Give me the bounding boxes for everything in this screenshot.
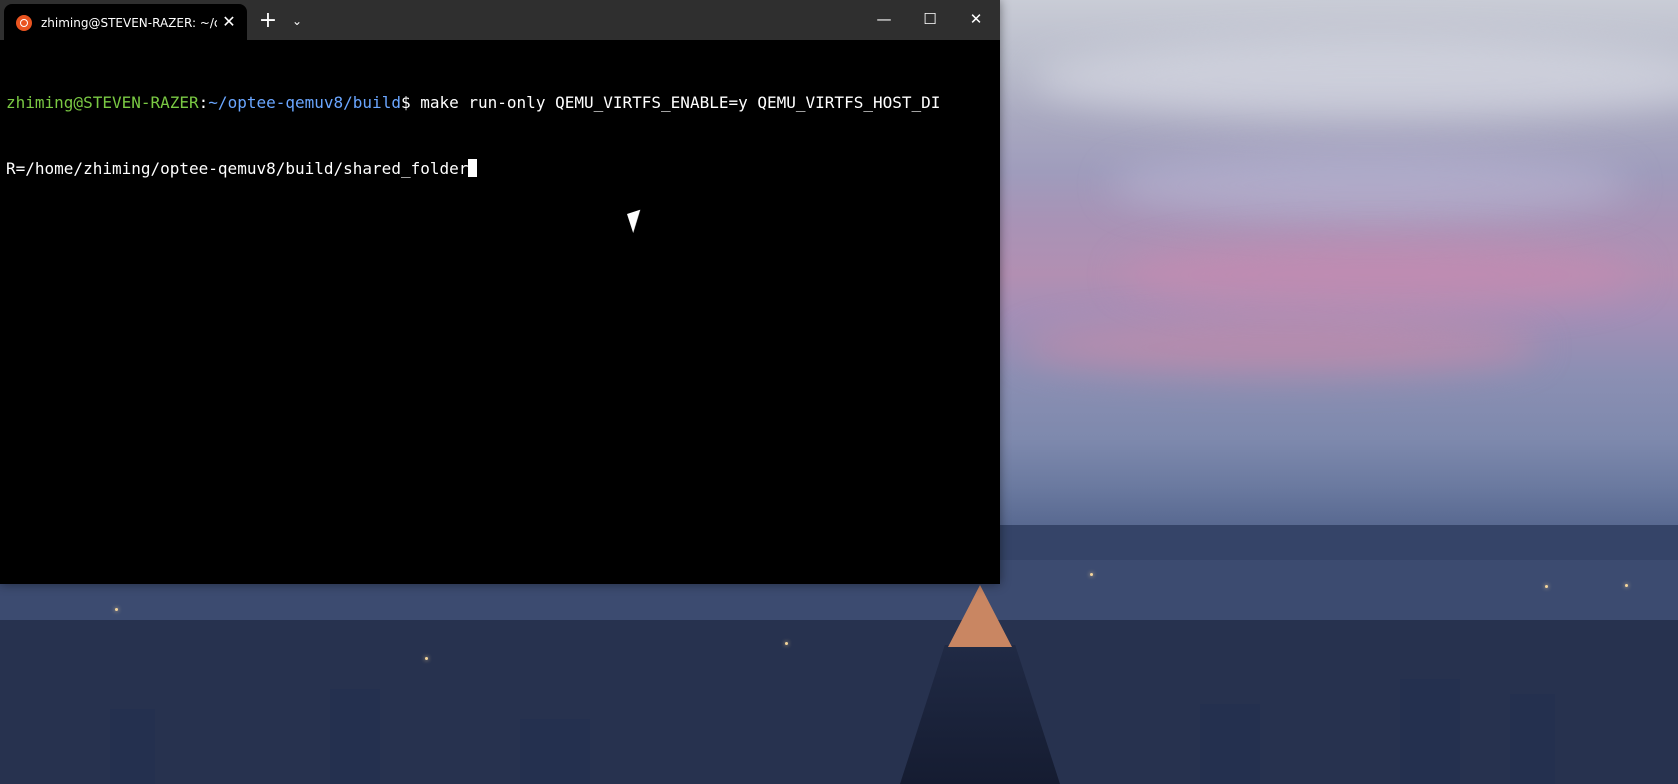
city-building <box>1510 694 1555 784</box>
ubuntu-icon <box>16 15 32 31</box>
terminal-output[interactable]: zhiming@STEVEN-RAZER:~/optee-qemuv8/buil… <box>6 48 986 568</box>
wallpaper-cloud <box>1020 320 1540 375</box>
new-tab-button[interactable]: + <box>254 7 282 35</box>
prompt-suffix: $ <box>400 93 421 112</box>
close-tab-button[interactable]: ✕ <box>219 12 239 32</box>
tab-title: zhiming@STEVEN-RAZER: ~/c <box>41 16 217 30</box>
city-light <box>425 657 428 660</box>
prompt-user: zhiming@STEVEN-RAZER <box>6 93 199 112</box>
city-front-layer <box>0 620 1678 784</box>
command-text-line-1: make run-only QEMU_VIRTFS_ENABLE=y QEMU_… <box>420 93 941 112</box>
city-building <box>1200 704 1260 784</box>
terminal-window[interactable]: zhiming@STEVEN-RAZER: ~/c ✕ + ⌄ — ☐ ✕ zh… <box>0 0 1000 584</box>
city-building <box>330 689 380 784</box>
command-line-1: zhiming@STEVEN-RAZER:~/optee-qemuv8/buil… <box>6 92 986 114</box>
city-light <box>785 642 788 645</box>
prompt-path: ~/optee-qemuv8/build <box>208 93 401 112</box>
tab-dropdown-button[interactable]: ⌄ <box>283 7 311 35</box>
minimize-button[interactable]: — <box>861 0 907 38</box>
terminal-tab[interactable]: zhiming@STEVEN-RAZER: ~/c ✕ <box>4 4 247 40</box>
city-building <box>1400 679 1460 784</box>
command-text-line-2: R=/home/zhiming/optee-qemuv8/build/share… <box>6 159 469 178</box>
text-cursor <box>468 159 478 177</box>
city-light <box>1090 573 1093 576</box>
close-window-button[interactable]: ✕ <box>953 0 999 38</box>
prompt-separator: : <box>198 93 209 112</box>
wallpaper-cloud <box>1110 150 1630 220</box>
maximize-button[interactable]: ☐ <box>907 0 953 38</box>
wallpaper-cloud <box>1120 240 1640 310</box>
city-light <box>1625 584 1628 587</box>
city-building <box>110 709 155 784</box>
command-line-2: R=/home/zhiming/optee-qemuv8/build/share… <box>6 158 986 180</box>
terminal-titlebar[interactable]: zhiming@STEVEN-RAZER: ~/c ✕ + ⌄ — ☐ ✕ <box>0 0 1000 40</box>
city-light <box>1545 585 1548 588</box>
city-building <box>520 719 590 784</box>
city-light <box>115 608 118 611</box>
wallpaper-cloud <box>1030 40 1678 120</box>
skyscraper-spire <box>948 585 1012 647</box>
